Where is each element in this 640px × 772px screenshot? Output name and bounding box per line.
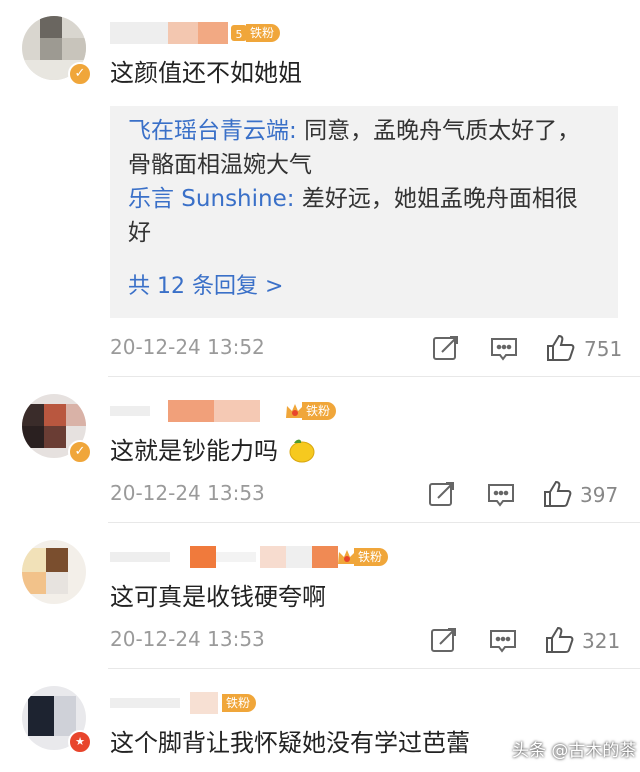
reply-item[interactable]: 飞在瑶台青云端: 同意，孟晚舟气质太好了，骨骼面相温婉大气: [128, 114, 598, 182]
like-icon[interactable]: [543, 479, 573, 509]
watermark: 头条 @古木的茶: [512, 741, 637, 761]
crown-icon: [284, 401, 306, 421]
crown-icon: [214, 693, 226, 713]
fan-badge: 铁粉: [336, 546, 389, 568]
username[interactable]: 铁粉: [110, 546, 410, 572]
verified-icon: ★: [68, 730, 92, 754]
lemon-emoji: [289, 439, 315, 463]
comment-text: 这个脚背让我怀疑她没有学过芭蕾: [110, 729, 470, 757]
reply-item[interactable]: 乐言 Sunshine: 差好远，她姐孟晚舟面相很好: [128, 182, 598, 250]
timestamp: 20-12-24 13:53: [110, 481, 265, 505]
reply-author[interactable]: 飞在瑶台青云端: [128, 118, 289, 144]
username[interactable]: 5 铁粉: [110, 22, 310, 48]
timestamp: 20-12-24 13:52: [110, 335, 265, 359]
comment-text: 这可真是收钱硬夸啊: [110, 583, 326, 611]
like-icon[interactable]: [545, 625, 575, 655]
crown-icon: [336, 547, 358, 567]
like-count: 321: [582, 629, 621, 653]
divider: [108, 376, 640, 377]
crown-icon: 5: [228, 23, 250, 43]
divider: [108, 522, 640, 523]
comment-icon[interactable]: [486, 482, 516, 508]
more-replies-link[interactable]: 共 12 条回复 >: [128, 272, 283, 302]
like-icon[interactable]: [546, 333, 576, 363]
svg-text:5: 5: [236, 28, 243, 41]
fan-badge: 铁粉: [214, 692, 257, 714]
avatar[interactable]: [22, 540, 86, 604]
reply-box[interactable]: 飞在瑶台青云端: 同意，孟晚舟气质太好了，骨骼面相温婉大气 乐言 Sunshin…: [110, 106, 618, 318]
divider: [108, 668, 640, 669]
like-count: 397: [580, 483, 619, 507]
verified-icon: ✓: [68, 62, 92, 86]
verified-icon: ✓: [68, 440, 92, 464]
comment-text: 这颜值还不如她姐: [110, 59, 302, 87]
username[interactable]: 铁粉: [110, 692, 310, 718]
comment-icon[interactable]: [488, 628, 518, 654]
reply-author[interactable]: 乐言 Sunshine: [128, 186, 287, 212]
like-count: 751: [584, 337, 623, 361]
fan-badge: 铁粉: [284, 400, 337, 422]
comment-icon[interactable]: [489, 336, 519, 362]
share-icon[interactable]: [430, 627, 458, 653]
fan-badge: 5 铁粉: [228, 22, 281, 44]
comment-text: 这就是钞能力吗: [110, 434, 316, 468]
username[interactable]: 铁粉: [110, 400, 350, 426]
share-icon[interactable]: [428, 481, 456, 507]
timestamp: 20-12-24 13:53: [110, 627, 265, 651]
share-icon[interactable]: [432, 335, 460, 361]
